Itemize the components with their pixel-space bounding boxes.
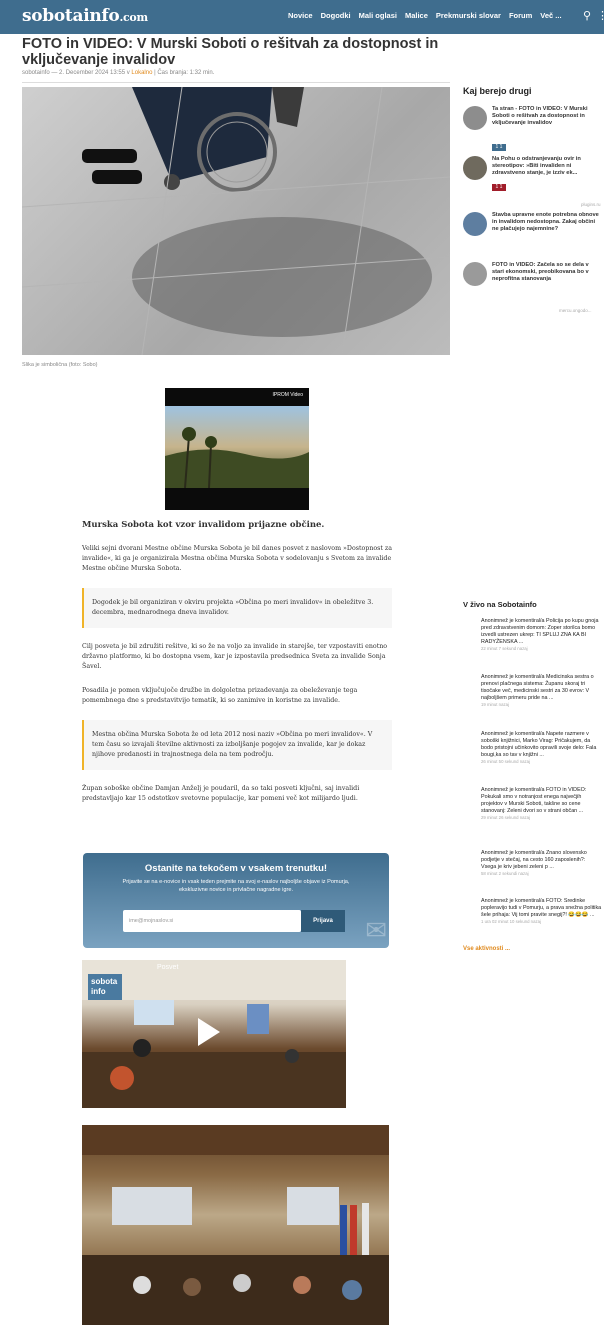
- live-comment[interactable]: Anonimnež je komentiral/a Napete razmere…: [481, 731, 602, 765]
- comment-badge: 1 1: [492, 144, 506, 151]
- live-comment[interactable]: Anonimnež je komentiral/a FOTO in VIDEO:…: [481, 787, 602, 821]
- top-navbar: sobotainfo.com Novice Dogodki Mali oglas…: [0, 0, 604, 34]
- popular-item[interactable]: Stavba upravne enote potrebna obnove in …: [463, 212, 603, 252]
- mail-icon: ✉: [365, 915, 387, 945]
- popular-item[interactable]: FOTO in VIDEO: Začela so se dela v stari…: [463, 262, 603, 297]
- comment-text: Anonimnež je komentiral/a Napete razmere…: [481, 731, 597, 758]
- comment-time: 19 minut nazaj: [481, 701, 509, 707]
- live-comment[interactable]: Anonimnež je komentiral/a FOTO: Sredinke…: [481, 898, 602, 925]
- quote-block-1: Dogodek je bil organiziran v okviru proj…: [82, 588, 392, 628]
- comment-time: 29 minut 26 sekund nazaj: [481, 814, 530, 820]
- comment-text: Anonimnež je komentiral/a Medicinska ses…: [481, 674, 594, 701]
- comment-time: 22 minut 7 sekund nazaj: [481, 645, 528, 651]
- popular-item[interactable]: Ta stran - FOTO in VIDEO: V Murski Sobot…: [463, 106, 603, 156]
- category-link[interactable]: Lokalno: [131, 70, 152, 76]
- nav-menu: Novice Dogodki Mali oglasi Malice Prekmu…: [288, 11, 562, 20]
- video-thumbnail: [165, 406, 309, 489]
- video-title: Posvet: [157, 964, 179, 971]
- more-icon[interactable]: ⋮: [597, 9, 604, 22]
- article-subtitle: Murska Sobota kot vzor invalidom prijazn…: [82, 520, 325, 530]
- live-comment[interactable]: Anonimnež je komentiral/a Znano slovensk…: [481, 850, 602, 877]
- article-title: FOTO in VIDEO: V Murski Soboti o rešitva…: [22, 36, 439, 68]
- site-logo[interactable]: sobotainfo.com: [22, 6, 148, 26]
- search-icon[interactable]: ⚲: [583, 9, 591, 22]
- powered-label: mercu.ongodo...: [559, 308, 592, 313]
- meta-suffix: | Čas branja: 1:32 min.: [152, 70, 215, 76]
- popular-sidebar: Kaj berejo drugi Ta stran - FOTO in VIDE…: [463, 86, 603, 313]
- popular-thumbnail: [463, 212, 487, 236]
- nav-item-dogodki[interactable]: Dogodki: [321, 11, 351, 20]
- play-icon[interactable]: [198, 1018, 220, 1046]
- nav-item-forum[interactable]: Forum: [509, 11, 532, 20]
- logo-suffix: .com: [119, 11, 148, 24]
- live-comment[interactable]: Anonimnež je komentiral/a Medicinska ses…: [481, 674, 602, 708]
- popular-item-text: Stavba upravne enote potrebna obnove in …: [492, 212, 599, 232]
- popular-item-text: FOTO in VIDEO: Začela so se dela v stari…: [492, 262, 589, 282]
- video-logo-line2: info: [91, 987, 106, 996]
- article-meta: sobotainfo — 2. December 2024 13:55 v Lo…: [22, 70, 214, 76]
- comment-time: 1 ura 02 minut 10 sekund nazaj: [481, 918, 541, 924]
- comment-text: Anonimnež je komentiral/a FOTO: Sredinke…: [481, 898, 602, 918]
- newsletter-title: Ostanite na tekočem v vsakem trenutku!: [144, 863, 328, 874]
- main-image-illustration: [22, 87, 450, 355]
- main-image[interactable]: [22, 87, 450, 355]
- nav-item-mali-oglasi[interactable]: Mali oglasi: [359, 11, 397, 20]
- popular-item-text: Na Pohu o odstranjevanju ovir in stereot…: [492, 156, 581, 176]
- subscribe-button[interactable]: Prijava: [301, 910, 345, 932]
- email-field[interactable]: ime@mojnaslov.si: [123, 910, 301, 932]
- ad-video-player[interactable]: IPROM Video: [165, 388, 309, 510]
- comment-time: 26 minut 50 sekund nazaj: [481, 758, 530, 764]
- paragraph-1: Veliki sejni dvorani Mestne občine Mursk…: [82, 545, 392, 572]
- ad-label: plugins.ru: [581, 202, 601, 207]
- video-player[interactable]: Posvet sobota info: [82, 960, 346, 1108]
- video-label: IPROM Video: [272, 392, 303, 398]
- comment-time: 58 minut 2 sekundi nazaj: [481, 870, 529, 876]
- live-feed-title: V živo na Sobotainfo: [463, 600, 537, 609]
- nav-item-novice[interactable]: Novice: [288, 11, 313, 20]
- image-caption: Slika je simbolična (foto: Sobo): [22, 362, 98, 368]
- paragraph-3: Posadila je pomen vključujoče družbe in …: [82, 687, 358, 704]
- palm-trees-illustration: [165, 427, 309, 489]
- nav-item-slovar[interactable]: Prekmurski slovar: [436, 11, 501, 20]
- quote-block-2: Mestna občina Murska Sobota že od leta 2…: [82, 720, 392, 770]
- event-photo[interactable]: [82, 1125, 389, 1325]
- nav-item-vec[interactable]: Več ...: [540, 11, 561, 20]
- newsletter-box: Ostanite na tekočem v vsakem trenutku! P…: [83, 853, 389, 948]
- popular-item[interactable]: Na Pohu o odstranjevanju ovir in stereot…: [463, 156, 603, 201]
- video-logo-line1: sobota: [91, 977, 118, 986]
- comment-text: Anonimnež je komentiral/a Znano slovensk…: [481, 850, 587, 870]
- video-channel-logo: sobota info: [88, 974, 122, 1000]
- newsletter-text: Prijavite se na e-novice in vsak teden p…: [122, 879, 350, 893]
- comment-badge: 1 1: [492, 184, 506, 191]
- paragraph-2: Cilj posveta je bil združiti rešitve, ki…: [82, 643, 388, 670]
- popular-title: Kaj berejo drugi: [463, 86, 532, 96]
- all-activity-link[interactable]: Vse aktivnosti ...: [463, 946, 510, 952]
- paragraph-4: Župan soboške občine Damjan Anželj je po…: [82, 785, 360, 802]
- comment-text: Anonimnež je komentiral/a FOTO in VIDEO:…: [481, 787, 587, 814]
- article-body: Murska Sobota kot vzor invalidom prijazn…: [82, 520, 392, 818]
- title-divider: [22, 82, 450, 83]
- popular-thumbnail: [463, 106, 487, 130]
- popular-thumbnail: [463, 262, 487, 286]
- meta-prefix: sobotainfo — 2. December 2024 13:55 v: [22, 70, 132, 76]
- live-comment[interactable]: Anonimnež je komentiral/a Policija po ku…: [481, 618, 602, 652]
- logo-text: sobotainfo: [22, 6, 120, 26]
- comment-text: Anonimnež je komentiral/a Policija po ku…: [481, 618, 599, 645]
- nav-item-malice[interactable]: Malice: [405, 11, 428, 20]
- popular-thumbnail: [463, 156, 487, 180]
- popular-item-text: Ta stran - FOTO in VIDEO: V Murski Sobot…: [492, 106, 588, 126]
- event-photo-illustration: [82, 1125, 389, 1325]
